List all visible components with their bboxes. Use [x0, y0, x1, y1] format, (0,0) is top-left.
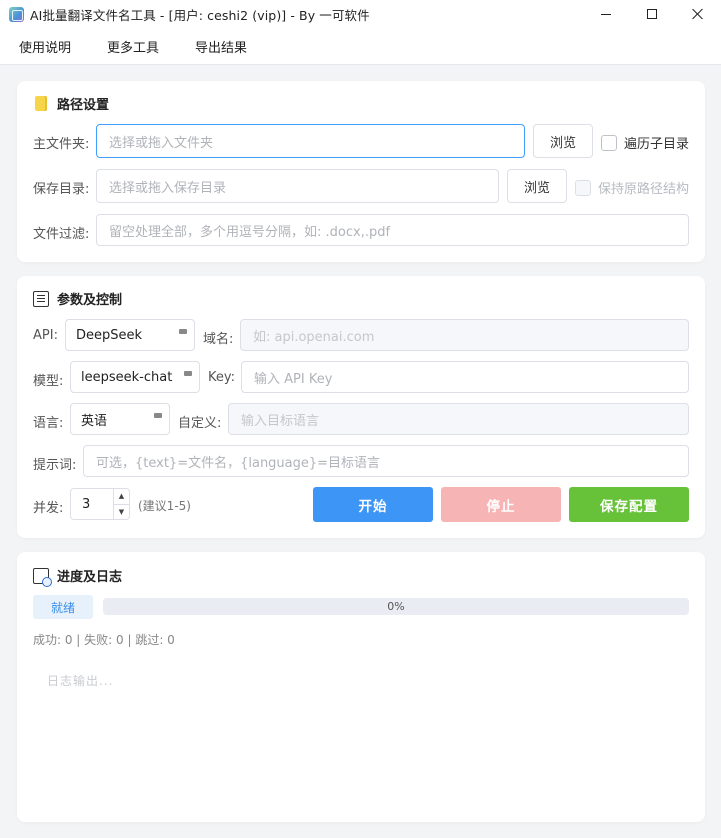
- stats-text: 成功: 0 | 失败: 0 | 跳过: 0: [33, 633, 175, 647]
- app-icon: [9, 6, 24, 22]
- spin-arrows: ▲ ▼: [113, 489, 129, 519]
- api-select[interactable]: DeepSeek: [65, 319, 195, 351]
- progress-title-text: 进度及日志: [57, 570, 123, 585]
- maximize-icon: [647, 9, 657, 19]
- window-controls: [583, 0, 721, 28]
- params-title: 参数及控制: [33, 289, 122, 308]
- model-select-value: leepseek-chat: [81, 369, 173, 385]
- concurrency-hint: (建议1-5): [138, 499, 191, 513]
- key-label: Key:: [208, 370, 236, 385]
- dropdown-caret-icon: [184, 371, 192, 376]
- model-label: 模型:: [33, 374, 64, 389]
- recurse-checkbox-box[interactable]: [601, 134, 617, 151]
- filter-placeholder: 留空处理全部，多个用逗号分隔，如: .docx,.pdf: [109, 224, 391, 240]
- browse-save-dir-button[interactable]: 浏览: [507, 169, 567, 203]
- prompt-label: 提示词:: [33, 458, 77, 473]
- domain-placeholder: 如: api.openai.com: [253, 329, 375, 345]
- title-bar: AI批量翻译文件名工具 - [用户: ceshi2 (vip)] - By 一可…: [0, 0, 721, 28]
- stop-button[interactable]: 停止: [441, 487, 561, 522]
- start-button[interactable]: 开始: [313, 487, 433, 522]
- progress-card: 进度及日志 就绪 0% 成功: 0 | 失败: 0 | 跳过: 0 日志输出..…: [17, 552, 705, 822]
- close-button[interactable]: [675, 0, 721, 28]
- api-key-placeholder: 输入 API Key: [254, 371, 333, 387]
- menu-export[interactable]: 导出结果: [177, 37, 265, 56]
- prompt-placeholder: 可选，{text}=文件名，{language}=目标语言: [96, 455, 381, 471]
- progress-title: 进度及日志: [33, 566, 123, 587]
- custom-lang-label: 自定义:: [178, 416, 222, 431]
- menu-bar: 使用说明 更多工具 导出结果: [0, 28, 721, 65]
- spin-up-icon[interactable]: ▲: [114, 489, 129, 505]
- lang-label: 语言:: [33, 416, 64, 431]
- list-icon: [33, 290, 49, 307]
- maximize-button[interactable]: [629, 0, 675, 28]
- main-folder-placeholder: 选择或拖入文件夹: [109, 135, 214, 151]
- minimize-button[interactable]: [583, 0, 629, 28]
- domain-label: 域名:: [203, 332, 234, 347]
- save-dir-label: 保存目录:: [33, 182, 90, 197]
- close-icon: [692, 8, 704, 20]
- dropdown-caret-icon: [179, 329, 187, 334]
- prompt-input[interactable]: 可选，{text}=文件名，{language}=目标语言: [83, 445, 689, 477]
- params-card: 参数及控制 API: DeepSeek 域名: 如: api.openai.co…: [17, 276, 705, 538]
- path-settings-title: 路径设置: [33, 94, 109, 113]
- log-search-icon: [33, 567, 52, 587]
- recurse-label: 遍历子目录: [624, 137, 690, 152]
- path-settings-title-text: 路径设置: [57, 98, 110, 113]
- window-title: AI批量翻译文件名工具 - [用户: ceshi2 (vip)] - By 一可…: [30, 7, 370, 23]
- lang-select-value: 英语: [81, 413, 108, 429]
- menu-help[interactable]: 使用说明: [0, 37, 89, 56]
- custom-lang-placeholder: 输入目标语言: [241, 413, 320, 429]
- dropdown-caret-icon: [154, 413, 162, 418]
- lang-select[interactable]: 英语: [70, 403, 170, 435]
- api-key-input[interactable]: 输入 API Key: [241, 361, 689, 393]
- save-dir-input[interactable]: 选择或拖入保存目录: [96, 169, 499, 203]
- main-folder-label: 主文件夹:: [33, 137, 90, 152]
- keep-structure-checkbox-box[interactable]: [575, 179, 591, 196]
- main-folder-input[interactable]: 选择或拖入文件夹: [96, 124, 525, 158]
- concurrency-spinbox[interactable]: 3 ▲ ▼: [70, 488, 130, 520]
- minimize-icon: [601, 13, 611, 15]
- save-config-button[interactable]: 保存配置: [569, 487, 689, 522]
- path-settings-card: 路径设置 主文件夹: 选择或拖入文件夹 浏览 遍历子目录 保存目录: 选择或拖入…: [17, 81, 705, 262]
- params-title-text: 参数及控制: [57, 293, 123, 308]
- filter-label: 文件过滤:: [33, 227, 90, 242]
- menu-more-tools[interactable]: 更多工具: [89, 37, 177, 56]
- model-select[interactable]: leepseek-chat: [70, 361, 200, 393]
- concurrency-value: 3: [82, 496, 91, 512]
- status-badge: 就绪: [33, 595, 93, 619]
- save-dir-placeholder: 选择或拖入保存目录: [109, 180, 227, 196]
- browse-main-folder-button[interactable]: 浏览: [533, 124, 593, 158]
- custom-lang-input[interactable]: 输入目标语言: [228, 403, 689, 435]
- api-select-value: DeepSeek: [76, 327, 143, 343]
- progress-bar: 0%: [103, 598, 689, 615]
- log-output[interactable]: 日志输出...: [47, 672, 113, 689]
- domain-input[interactable]: 如: api.openai.com: [240, 319, 689, 351]
- api-label: API:: [33, 328, 58, 343]
- filter-input[interactable]: 留空处理全部，多个用逗号分隔，如: .docx,.pdf: [96, 214, 689, 246]
- keep-structure-checkbox[interactable]: 保持原路径结构: [575, 178, 689, 197]
- keep-structure-label: 保持原路径结构: [598, 182, 690, 197]
- recurse-subdirs-checkbox[interactable]: 遍历子目录: [601, 133, 689, 152]
- concurrency-label: 并发:: [33, 501, 64, 516]
- folder-icon: [35, 96, 47, 111]
- spin-down-icon[interactable]: ▼: [114, 505, 129, 520]
- progress-text: 0%: [387, 600, 405, 613]
